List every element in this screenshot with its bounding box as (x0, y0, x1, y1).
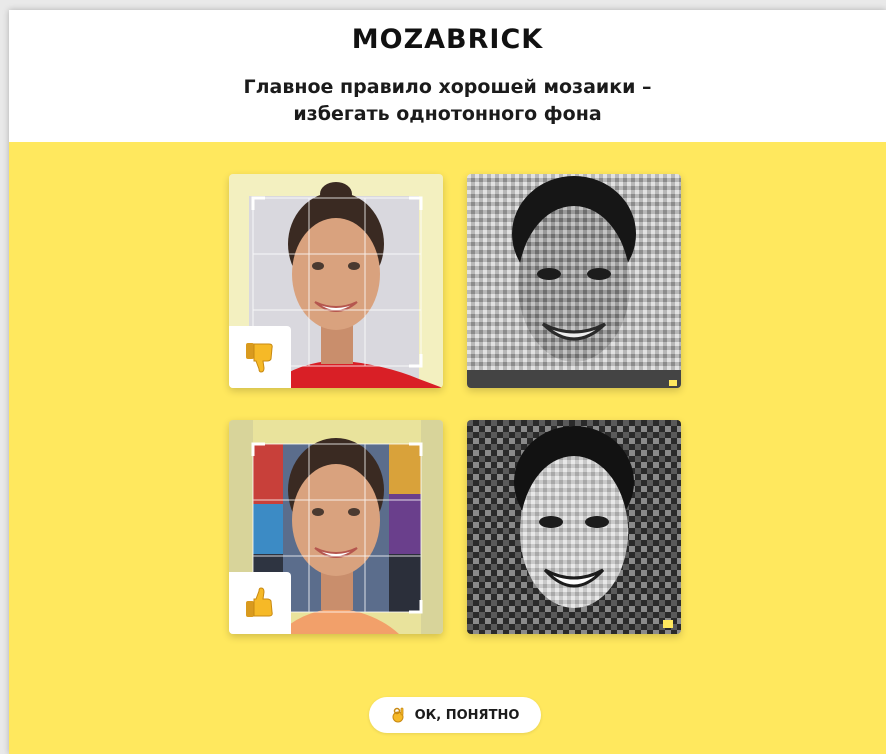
original-photo-plain-bg (229, 174, 443, 388)
brand-logo: MOZABRICK (351, 24, 544, 55)
mosaic-plain-bg-image (467, 174, 681, 388)
headline-line-1: Главное правило хорошей мозаики – (243, 76, 652, 98)
headline-line-2: избегать однотонного фона (293, 103, 602, 125)
ok-understood-button[interactable]: ОК, ПОНЯТНО (369, 697, 541, 733)
modal-header: MOZABRICK Главное правило хорошей мозаик… (9, 10, 886, 142)
mosaic-busy-bg-image (467, 420, 681, 634)
ok-hand-icon (392, 707, 404, 723)
verdict-badge-bad (229, 326, 291, 388)
thumbs-up-icon (246, 587, 273, 617)
mosaic-result-busy-bg (467, 420, 681, 634)
thumbs-down-icon (246, 343, 273, 373)
ok-button-label: ОК, ПОНЯТНО (414, 707, 520, 723)
headline: Главное правило хорошей мозаики – избега… (9, 74, 886, 128)
verdict-badge-good (229, 572, 291, 634)
tip-modal: MOZABRICK Главное правило хорошей мозаик… (9, 10, 886, 754)
mosaic-result-plain-bg (467, 174, 681, 388)
original-photo-busy-bg (229, 420, 443, 634)
